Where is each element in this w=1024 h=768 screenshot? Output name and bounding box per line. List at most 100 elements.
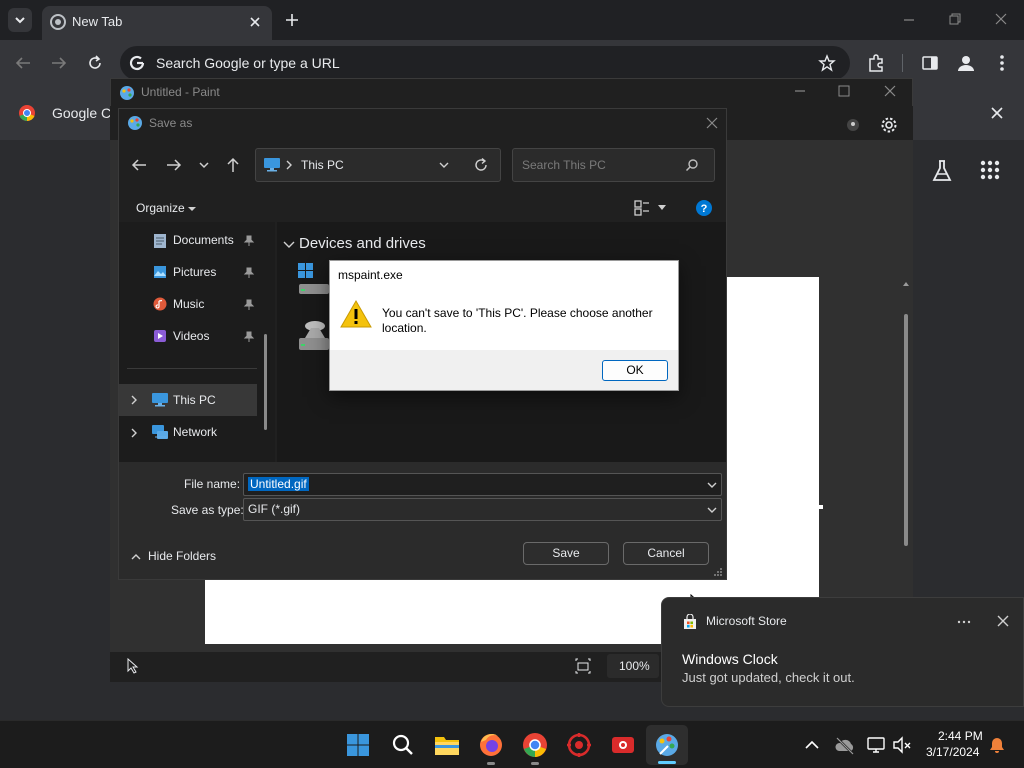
expand-chevron-icon[interactable] [129, 395, 139, 405]
recent-locations-chevron-icon[interactable] [197, 158, 211, 172]
view-options-icon[interactable] [633, 199, 651, 217]
resize-grip-icon[interactable] [713, 567, 723, 577]
view-dropdown-icon[interactable] [657, 204, 667, 212]
pictures-icon [154, 266, 166, 278]
daemon-app-icon[interactable] [566, 732, 592, 758]
toast-close-icon[interactable] [996, 614, 1010, 628]
file-explorer-icon[interactable] [434, 733, 460, 757]
dialog-back-icon[interactable] [130, 157, 148, 173]
search-box[interactable]: Search This PC [512, 148, 715, 182]
refresh-icon[interactable] [473, 157, 489, 173]
nav-item-this-pc[interactable]: This PC [119, 384, 257, 416]
chrome-taskbar-icon[interactable] [522, 732, 548, 758]
dialog-forward-icon[interactable] [165, 157, 183, 173]
chrome-logo-icon [19, 105, 35, 122]
cancel-button[interactable]: Cancel [623, 542, 709, 565]
tab-new-tab[interactable]: New Tab [42, 6, 272, 40]
firefox-icon[interactable] [478, 732, 504, 758]
apps-grid-icon[interactable] [980, 160, 1000, 180]
toast-notification[interactable]: Microsoft Store Windows Clock Just got u… [661, 597, 1024, 707]
close-window-icon[interactable] [994, 12, 1008, 26]
hide-folders-toggle[interactable]: Hide Folders [130, 548, 230, 566]
more-options-icon[interactable] [956, 614, 972, 630]
nav-item-pictures[interactable]: Pictures [119, 262, 264, 284]
toolbar-divider [902, 54, 903, 72]
omnibox[interactable]: Search Google or type a URL [120, 46, 850, 80]
close-tab-icon[interactable] [248, 15, 262, 29]
tab-search-button[interactable] [8, 8, 32, 32]
reload-icon[interactable] [86, 54, 104, 72]
address-dropdown-icon[interactable] [438, 159, 450, 171]
profile-avatar-icon[interactable] [955, 52, 977, 74]
restore-icon[interactable] [948, 12, 962, 26]
fit-to-window-icon[interactable] [575, 658, 591, 674]
pin-icon[interactable] [243, 299, 255, 311]
forward-arrow-icon[interactable] [50, 55, 68, 71]
more-menu-icon[interactable] [996, 53, 1008, 73]
pin-icon[interactable] [243, 267, 255, 279]
screen-recorder-icon[interactable] [610, 732, 636, 758]
toast-app-name: Microsoft Store [706, 614, 787, 628]
help-icon[interactable]: ? [695, 199, 713, 217]
save-as-title: Save as [149, 116, 193, 130]
zoom-level[interactable]: 100% [607, 654, 659, 678]
back-arrow-icon[interactable] [14, 55, 32, 71]
extensions-icon[interactable] [866, 53, 886, 73]
expand-chevron-icon[interactable] [129, 428, 139, 438]
paint-app-icon [120, 86, 134, 100]
canvas-resize-handle[interactable] [819, 505, 823, 509]
nav-item-documents[interactable]: Documents [119, 230, 264, 252]
paint-maximize-icon[interactable] [837, 84, 851, 98]
warning-icon [340, 299, 372, 328]
notification-bell-icon[interactable] [988, 736, 1006, 754]
network-status-icon[interactable] [866, 735, 886, 755]
paint-taskbar-button[interactable] [646, 725, 688, 765]
paint-active-indicator [658, 761, 676, 764]
address-bar[interactable]: This PC [255, 148, 501, 182]
paint-vertical-scrollbar[interactable] [902, 280, 910, 550]
file-name-input[interactable]: Untitled.gif [243, 473, 722, 496]
scroll-thumb[interactable] [904, 314, 908, 546]
minimize-icon[interactable] [902, 14, 916, 26]
toast-body: Just got updated, check it out. [682, 670, 855, 685]
taskbar-search-icon[interactable] [391, 733, 415, 757]
cursor-position-icon [127, 658, 139, 674]
nav-item-network[interactable]: Network [119, 420, 257, 446]
ok-button[interactable]: OK [602, 360, 668, 381]
side-panel-icon[interactable] [920, 53, 940, 73]
taskbar-time[interactable]: 2:44 PM [938, 729, 983, 743]
close-promo-icon[interactable] [990, 106, 1004, 120]
new-tab-icon[interactable] [284, 12, 300, 28]
paint-minimize-icon[interactable] [793, 85, 807, 97]
account-icon[interactable] [846, 118, 860, 132]
volume-muted-icon[interactable] [892, 735, 912, 755]
pin-icon[interactable] [243, 235, 255, 247]
onedrive-offline-icon[interactable] [834, 735, 856, 755]
organize-dropdown-icon [188, 207, 196, 211]
drive-local-disk[interactable] [297, 262, 331, 296]
bookmark-star-icon[interactable] [818, 54, 836, 72]
paint-close-icon[interactable] [883, 84, 897, 98]
save-as-close-icon[interactable] [705, 116, 719, 130]
windows-start-icon[interactable] [346, 733, 370, 757]
drive-removable[interactable] [297, 316, 331, 352]
save-button[interactable]: Save [523, 542, 609, 565]
paint-settings-gear-icon[interactable] [880, 116, 898, 134]
labs-flask-icon[interactable] [930, 158, 954, 184]
organize-menu[interactable]: Organize [136, 200, 206, 218]
save-as-type-select[interactable]: GIF (*.gif) [243, 498, 722, 521]
nav-scrollbar[interactable] [264, 334, 267, 430]
pin-icon[interactable] [243, 331, 255, 343]
show-hidden-icons-chevron[interactable] [804, 738, 820, 752]
address-location[interactable]: This PC [301, 158, 344, 172]
nav-item-videos[interactable]: Videos [119, 326, 264, 348]
nav-item-music[interactable]: Music [119, 294, 264, 316]
up-folder-icon[interactable] [225, 156, 241, 174]
svg-text:?: ? [701, 203, 708, 215]
group-devices-and-drives[interactable]: Devices and drives [283, 234, 463, 254]
save-type-dropdown-icon[interactable] [706, 504, 718, 516]
scroll-up-icon[interactable] [902, 280, 910, 288]
msgbox-title: mspaint.exe [338, 268, 403, 282]
file-name-dropdown-icon[interactable] [706, 479, 718, 491]
taskbar-date[interactable]: 3/17/2024 [926, 745, 979, 759]
